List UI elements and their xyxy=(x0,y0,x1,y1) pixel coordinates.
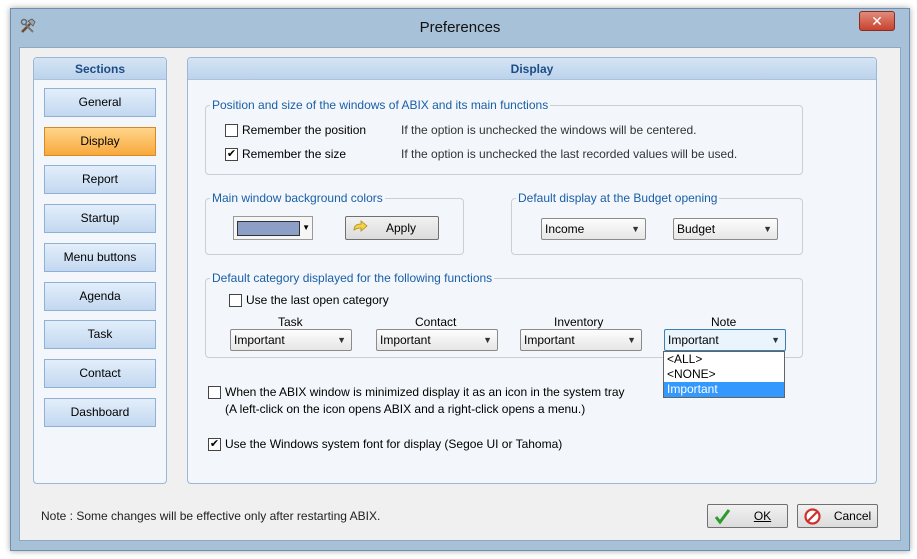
budget-combo-1-value: Income xyxy=(545,222,585,236)
note-category-dropdown-list[interactable]: <ALL> <NONE> Important xyxy=(663,351,785,398)
system-font-label: Use the Windows system font for display … xyxy=(225,437,563,451)
section-contact-button[interactable]: Contact xyxy=(44,359,156,388)
use-last-category-label: Use the last open category xyxy=(246,293,389,307)
dialog-client-area: Sections General Display Report Startup … xyxy=(19,47,901,541)
background-color-picker[interactable]: ▼ xyxy=(233,216,313,240)
dropdown-option-none[interactable]: <NONE> xyxy=(664,367,784,382)
dropdown-option-important[interactable]: Important xyxy=(664,382,784,397)
apply-color-button[interactable]: Apply xyxy=(345,216,439,240)
note-category-combo[interactable]: Important ▼ xyxy=(664,329,786,351)
default-category-group: Default category displayed for the follo… xyxy=(205,271,803,358)
remember-position-checkbox[interactable] xyxy=(225,124,238,137)
display-header: Display xyxy=(188,58,876,80)
color-swatch xyxy=(237,221,300,236)
note-column-header: Note xyxy=(711,315,737,329)
budget-display-combo-2[interactable]: Budget ▼ xyxy=(673,218,778,240)
note-category-value: Important xyxy=(668,333,719,347)
budget-display-combo-1[interactable]: Income ▼ xyxy=(541,218,646,240)
section-menu-buttons-button[interactable]: Menu buttons xyxy=(44,243,156,272)
dropdown-option-all[interactable]: <ALL> xyxy=(664,352,784,367)
position-size-group: Position and size of the windows of ABIX… xyxy=(205,98,803,175)
dropdown-arrow-icon: ▼ xyxy=(302,223,310,232)
cancel-label: Cancel xyxy=(833,509,872,523)
chevron-down-icon: ▼ xyxy=(763,224,772,234)
checkmark-icon xyxy=(714,509,731,525)
remember-size-checkbox[interactable]: ✔ xyxy=(225,148,238,161)
section-display-button[interactable]: Display xyxy=(44,127,156,156)
default-category-group-label: Default category displayed for the follo… xyxy=(210,271,495,285)
window-title: Preferences xyxy=(419,19,501,36)
chevron-down-icon: ▼ xyxy=(337,335,346,345)
chevron-down-icon: ▼ xyxy=(631,224,640,234)
section-dashboard-button[interactable]: Dashboard xyxy=(44,398,156,427)
remember-position-label: Remember the position xyxy=(242,123,367,137)
chevron-down-icon: ▼ xyxy=(627,335,636,345)
budget-display-group: Default display at the Budget opening In… xyxy=(511,191,803,255)
system-font-checkbox[interactable]: ✔ xyxy=(208,438,221,451)
chevron-down-icon: ▼ xyxy=(483,335,492,345)
sections-panel: Sections General Display Report Startup … xyxy=(33,57,167,484)
background-colors-group: Main window background colors ▼ Apply xyxy=(205,191,464,255)
background-colors-group-label: Main window background colors xyxy=(210,191,385,205)
remember-position-hint: If the option is unchecked the windows w… xyxy=(401,123,697,137)
use-last-category-checkbox[interactable] xyxy=(229,294,242,307)
arrow-right-icon xyxy=(353,220,368,232)
budget-combo-2-value: Budget xyxy=(677,222,716,236)
ok-label: OK xyxy=(753,509,772,523)
task-column-header: Task xyxy=(278,315,303,329)
cancel-button[interactable]: Cancel xyxy=(797,504,878,528)
section-report-button[interactable]: Report xyxy=(44,165,156,194)
ok-button[interactable]: OK xyxy=(707,504,788,528)
section-task-button[interactable]: Task xyxy=(44,320,156,349)
contact-column-header: Contact xyxy=(415,315,457,329)
system-tray-sublabel: (A left-click on the icon opens ABIX and… xyxy=(225,402,586,416)
system-tray-checkbox[interactable] xyxy=(208,386,221,399)
section-general-button[interactable]: General xyxy=(44,88,156,117)
title-bar[interactable]: Preferences ✕ xyxy=(11,9,909,47)
close-button[interactable]: ✕ xyxy=(859,11,895,31)
inventory-column-header: Inventory xyxy=(554,315,604,329)
sections-header: Sections xyxy=(34,58,166,80)
task-category-combo[interactable]: Important ▼ xyxy=(230,329,352,351)
contact-category-value: Important xyxy=(380,333,431,347)
task-category-value: Important xyxy=(234,333,285,347)
budget-display-group-label: Default display at the Budget opening xyxy=(516,191,720,205)
restart-note: Note : Some changes will be effective on… xyxy=(41,509,381,523)
position-size-group-label: Position and size of the windows of ABIX… xyxy=(210,98,551,112)
inventory-category-value: Important xyxy=(524,333,575,347)
remember-size-hint: If the option is unchecked the last reco… xyxy=(401,147,738,161)
system-tray-label: When the ABIX window is minimized displa… xyxy=(225,385,625,399)
remember-size-label: Remember the size xyxy=(242,147,347,161)
inventory-category-combo[interactable]: Important ▼ xyxy=(520,329,642,351)
apply-label: Apply xyxy=(385,221,417,235)
cancel-icon xyxy=(804,508,821,525)
contact-category-combo[interactable]: Important ▼ xyxy=(376,329,498,351)
chevron-down-icon: ▼ xyxy=(771,335,780,345)
display-panel: Display Position and size of the windows… xyxy=(187,57,877,484)
section-startup-button[interactable]: Startup xyxy=(44,204,156,233)
preferences-window: Preferences ✕ Sections General Display R… xyxy=(10,8,910,551)
section-agenda-button[interactable]: Agenda xyxy=(44,282,156,311)
